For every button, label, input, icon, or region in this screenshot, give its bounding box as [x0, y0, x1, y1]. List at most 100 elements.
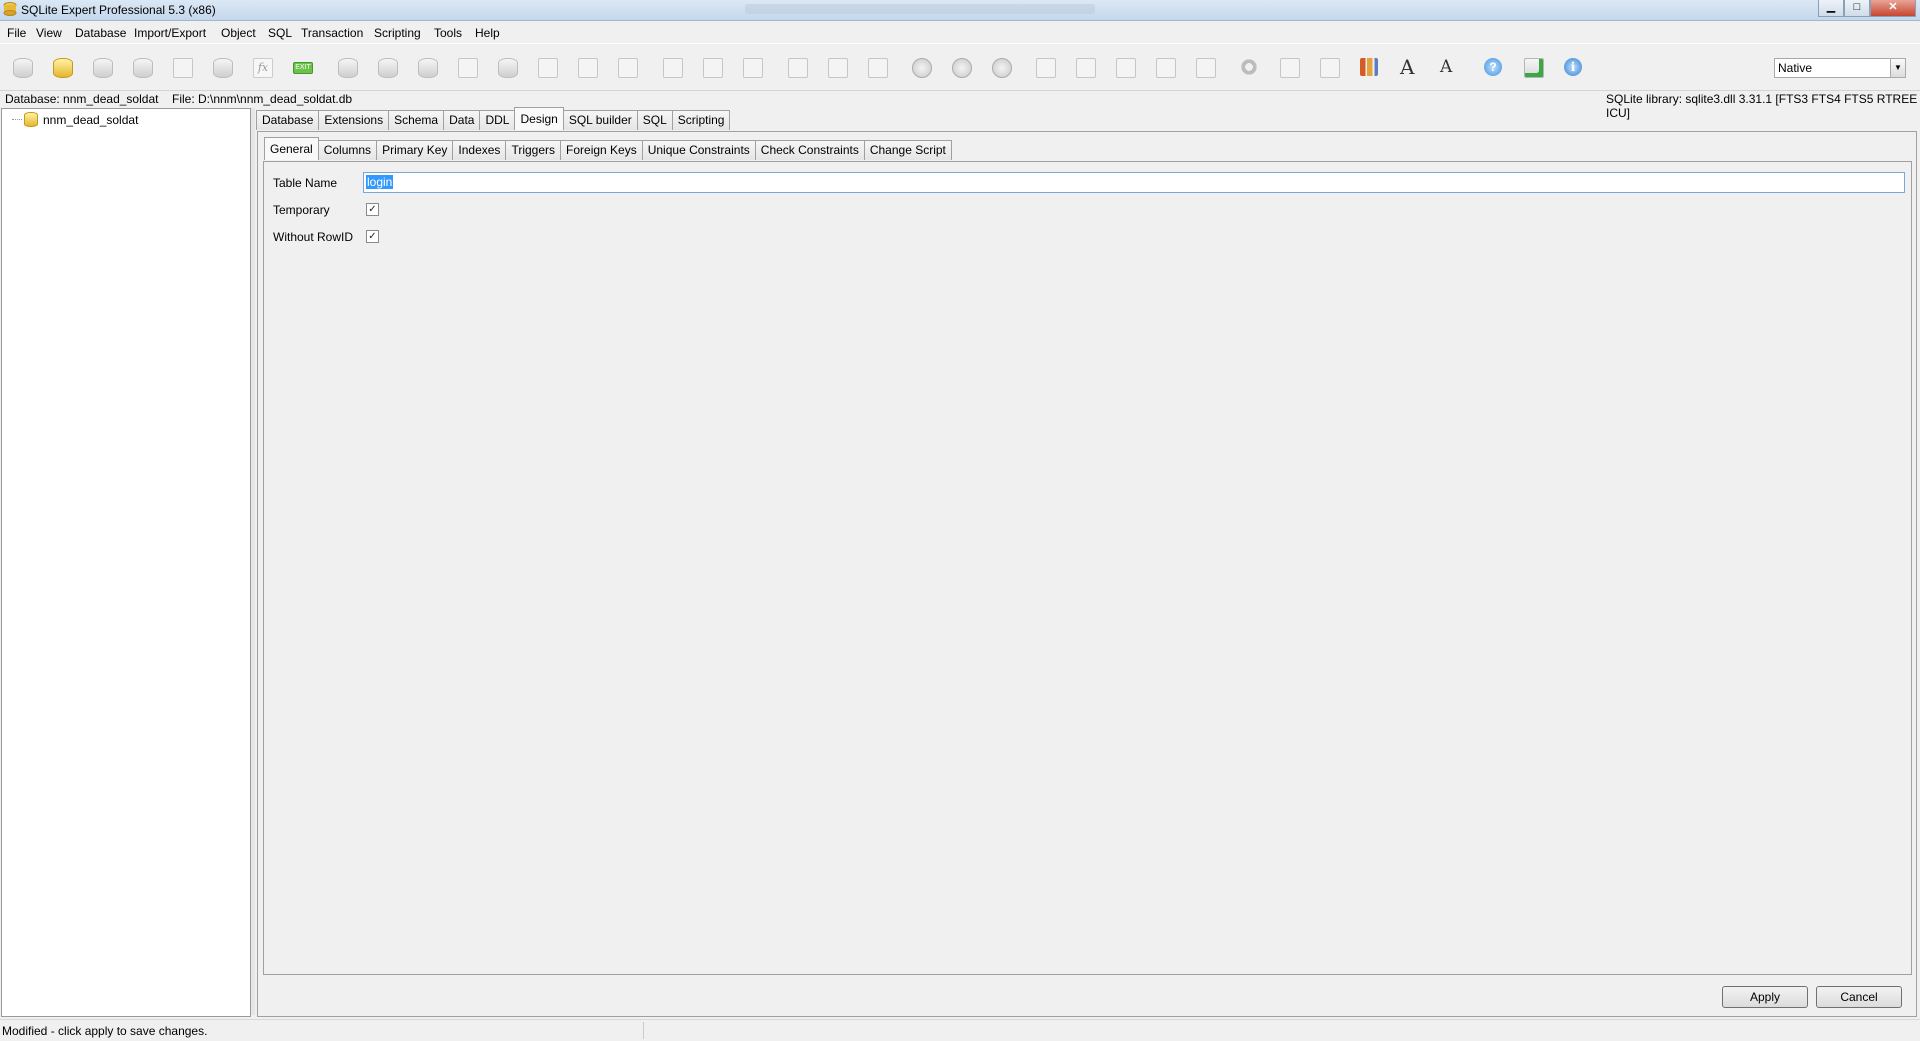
chevron-down-icon[interactable]: ▼ — [1890, 59, 1905, 77]
decrease-font-icon[interactable]: A — [1437, 55, 1461, 79]
new-view-icon[interactable] — [495, 55, 519, 79]
tab-design[interactable]: Design — [514, 107, 564, 130]
menu-transaction[interactable]: Transaction — [301, 26, 363, 40]
vacuum-icon[interactable] — [210, 55, 234, 79]
general-panel — [263, 161, 1912, 975]
sql-run-icon[interactable] — [865, 55, 889, 79]
status-text: Modified - click apply to save changes. — [2, 1024, 208, 1038]
function-icon[interactable]: fx — [250, 55, 274, 79]
tab-unique-constraints[interactable]: Unique Constraints — [641, 140, 756, 160]
apply-button[interactable]: Apply — [1722, 986, 1808, 1008]
tree-node-label: nnm_dead_soldat — [43, 112, 139, 127]
tab-data[interactable]: Data — [443, 110, 481, 130]
attach-database-icon[interactable] — [90, 55, 114, 79]
detach-database-icon[interactable] — [130, 55, 154, 79]
script-run-icon[interactable] — [1113, 55, 1137, 79]
settings-gear-icon[interactable] — [1237, 55, 1261, 79]
tree-connector — [12, 119, 22, 120]
copy-icon[interactable] — [1277, 55, 1301, 79]
background-window-title — [745, 4, 1095, 14]
import-icon[interactable] — [615, 55, 639, 79]
title-bar: SQLite Expert Professional 5.3 (x86) ▁ □… — [0, 0, 1920, 21]
database-tree[interactable]: nnm_dead_soldat — [1, 108, 251, 1017]
tab-indexes[interactable]: Indexes — [452, 140, 507, 160]
status-divider — [643, 1022, 644, 1039]
tree-node-database[interactable]: nnm_dead_soldat — [12, 112, 138, 127]
menu-database[interactable]: Database — [75, 26, 126, 40]
table-name-input[interactable]: login — [363, 172, 1905, 193]
without-rowid-checkbox[interactable]: ✓ — [366, 230, 379, 243]
encoding-select[interactable]: Native ▼ — [1774, 58, 1906, 78]
tab-extensions[interactable]: Extensions — [318, 110, 390, 130]
sql-icon[interactable] — [825, 55, 849, 79]
stop-icon[interactable] — [949, 55, 973, 79]
table-icon[interactable] — [660, 55, 684, 79]
script-icon[interactable] — [1033, 55, 1057, 79]
tab-check-constraints[interactable]: Check Constraints — [754, 140, 865, 160]
new-index-icon[interactable] — [575, 55, 599, 79]
table-name-value: login — [366, 175, 394, 189]
tab-general[interactable]: General — [264, 137, 319, 160]
cancel-button[interactable]: Cancel — [1816, 986, 1902, 1008]
menu-scripting[interactable]: Scripting — [374, 26, 421, 40]
tab-sql[interactable]: SQL — [636, 110, 673, 130]
menu-object[interactable]: Object — [221, 26, 256, 40]
info-icon[interactable]: i — [1561, 55, 1585, 79]
tab-change-script[interactable]: Change Script — [863, 140, 952, 160]
tab-schema[interactable]: Schema — [388, 110, 445, 130]
minimize-button[interactable]: ▁ — [1818, 0, 1844, 17]
without-rowid-label: Without RowID — [273, 230, 354, 244]
exit-icon[interactable]: EXIT — [290, 55, 314, 79]
script-save-icon[interactable] — [1153, 55, 1177, 79]
blank-page-icon[interactable] — [740, 55, 764, 79]
chart-icon[interactable] — [1357, 55, 1381, 79]
tab-database[interactable]: Database — [256, 110, 320, 130]
open-database-icon[interactable] — [50, 55, 74, 79]
edit-view-icon[interactable] — [535, 55, 559, 79]
database-icon[interactable] — [10, 55, 34, 79]
menu-view[interactable]: View — [36, 26, 62, 40]
menu-bar: File View Database Import/Export Object … — [0, 21, 1920, 41]
temporary-label: Temporary — [273, 203, 330, 217]
export-icon[interactable] — [1521, 55, 1545, 79]
encoding-select-value: Native — [1778, 61, 1813, 75]
maximize-button[interactable]: □ — [1844, 0, 1870, 17]
paste-icon[interactable] — [1317, 55, 1341, 79]
tab-triggers[interactable]: Triggers — [505, 140, 562, 160]
edit-table-icon[interactable] — [415, 55, 439, 79]
drop-table-icon[interactable] — [455, 55, 479, 79]
menu-import-export[interactable]: Import/Export — [134, 26, 206, 40]
edit-data-icon[interactable] — [785, 55, 809, 79]
new-table-icon[interactable] — [375, 55, 399, 79]
delete-table-icon[interactable] — [700, 55, 724, 79]
app-icon — [3, 2, 17, 16]
close-button[interactable]: ✕ — [1870, 0, 1916, 17]
play-icon[interactable] — [909, 55, 933, 79]
tab-primary-key[interactable]: Primary Key — [376, 140, 454, 160]
info-bar: Database: nnm_dead_soldat File: D:\nnm\n… — [0, 91, 1920, 120]
tab-ddl[interactable]: DDL — [479, 110, 516, 130]
sqlite-library-label: SQLite library: sqlite3.dll 3.31.1 [FTS3… — [1606, 92, 1918, 120]
panel-splitter[interactable] — [251, 108, 255, 1015]
status-bar: Modified - click apply to save changes. — [0, 1019, 1920, 1041]
script-load-icon[interactable] — [1193, 55, 1217, 79]
toolbar: fx EXIT A A ? i Native ▼ — [0, 43, 1920, 91]
menu-sql[interactable]: SQL — [268, 26, 292, 40]
menu-help[interactable]: Help — [475, 26, 500, 40]
tab-scripting[interactable]: Scripting — [671, 110, 731, 130]
database-label: Database: nnm_dead_soldat — [5, 92, 159, 106]
tab-columns[interactable]: Columns — [317, 140, 378, 160]
help-icon[interactable]: ? — [1481, 55, 1505, 79]
main-tab-bar: Database Extensions Schema Data DDL Desi… — [256, 107, 731, 131]
script-edit-icon[interactable] — [1073, 55, 1097, 79]
rename-icon[interactable] — [170, 55, 194, 79]
tab-sql-builder[interactable]: SQL builder — [562, 110, 638, 130]
menu-tools[interactable]: Tools — [434, 26, 462, 40]
increase-font-icon[interactable]: A — [1397, 55, 1421, 79]
tab-foreign-keys[interactable]: Foreign Keys — [560, 140, 643, 160]
temporary-checkbox[interactable]: ✓ — [366, 203, 379, 216]
table-name-label: Table Name — [273, 176, 338, 190]
menu-file[interactable]: File — [7, 26, 26, 40]
refresh-icon[interactable] — [335, 55, 359, 79]
back-icon[interactable] — [989, 55, 1013, 79]
